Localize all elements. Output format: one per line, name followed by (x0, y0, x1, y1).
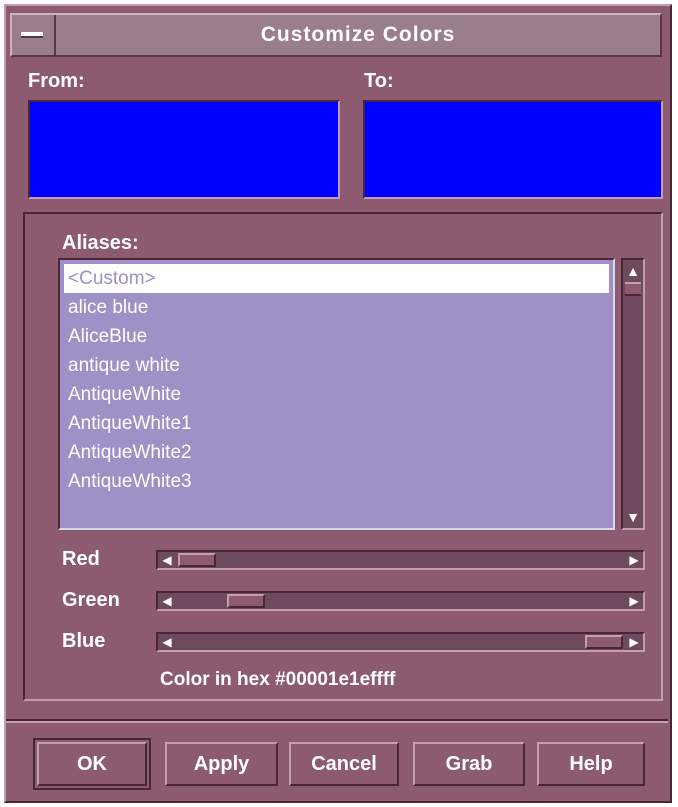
slider-left-arrow-icon[interactable]: ◀ (159, 552, 175, 568)
slider-left-arrow-icon[interactable]: ◀ (159, 634, 175, 650)
green-label: Green (62, 589, 120, 611)
from-color-swatch (28, 100, 340, 199)
red-slider-thumb[interactable] (178, 553, 216, 567)
green-slider[interactable]: ◀ ▶ (156, 591, 645, 611)
list-item[interactable]: alice blue (64, 293, 609, 322)
green-slider-thumb[interactable] (226, 594, 265, 608)
scroll-thumb[interactable] (625, 282, 641, 296)
blue-slider[interactable]: ◀ ▶ (156, 632, 645, 652)
red-label: Red (62, 548, 100, 570)
list-item[interactable]: <Custom> (64, 264, 609, 293)
list-item[interactable]: AntiqueWhite1 (64, 409, 609, 438)
grab-button[interactable]: Grab (413, 742, 525, 786)
hex-color-readout: Color in hex #00001e1effff (160, 669, 396, 690)
blue-label: Blue (62, 630, 106, 652)
slider-right-arrow-icon[interactable]: ▶ (626, 552, 642, 568)
window-title: Customize Colors (260, 23, 456, 46)
list-item[interactable]: AliceBlue (64, 322, 609, 351)
list-item[interactable]: antique white (64, 351, 609, 380)
cancel-button[interactable]: Cancel (289, 742, 399, 786)
list-item[interactable]: AntiqueWhite2 (64, 438, 609, 467)
slider-right-arrow-icon[interactable]: ▶ (626, 634, 642, 650)
to-label: To: (364, 70, 394, 92)
list-item[interactable]: AntiqueWhite3 (64, 467, 609, 496)
from-label: From: (28, 70, 85, 92)
apply-button[interactable]: Apply (165, 742, 278, 786)
title-bar[interactable]: Customize Colors (10, 13, 662, 57)
slider-left-arrow-icon[interactable]: ◀ (159, 593, 175, 609)
list-item[interactable]: AntiqueWhite (64, 380, 609, 409)
red-slider[interactable]: ◀ ▶ (156, 550, 645, 570)
window-menu-button[interactable] (12, 15, 56, 55)
scroll-down-arrow-icon[interactable]: ▼ (624, 508, 642, 526)
aliases-scrollbar[interactable]: ▲ ▼ (621, 258, 645, 530)
slider-right-arrow-icon[interactable]: ▶ (626, 593, 642, 609)
to-color-swatch (363, 100, 663, 199)
scroll-up-arrow-icon[interactable]: ▲ (624, 262, 642, 280)
blue-slider-thumb[interactable] (585, 635, 623, 649)
button-separator (6, 719, 668, 723)
aliases-label: Aliases: (62, 232, 139, 254)
help-button[interactable]: Help (537, 742, 645, 786)
minus-icon (21, 32, 43, 38)
aliases-list[interactable]: <Custom> alice blue AliceBlue antique white… (58, 258, 615, 530)
ok-button[interactable]: OK (33, 738, 151, 790)
